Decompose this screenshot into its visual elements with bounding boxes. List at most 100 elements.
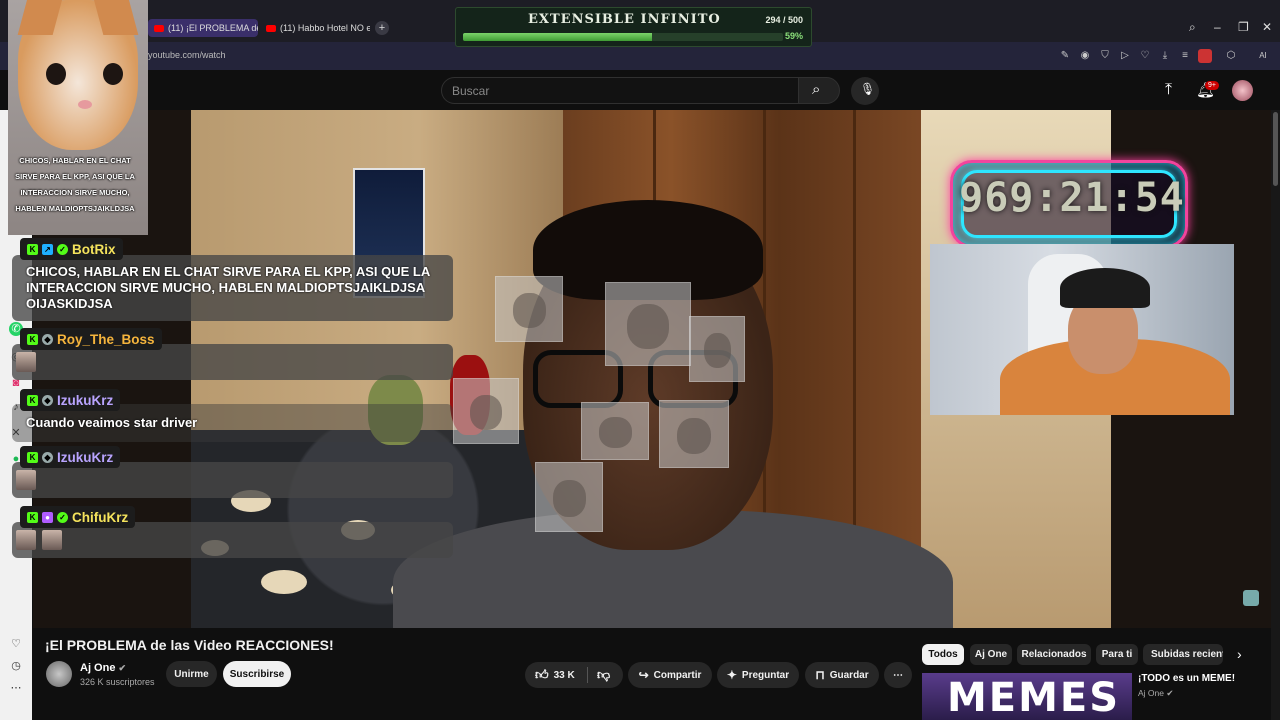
url-field[interactable]: youtube.com/watch <box>148 50 226 60</box>
chip-for-you[interactable]: Para ti <box>1096 644 1138 665</box>
chip-channel[interactable]: Aj One <box>970 644 1012 665</box>
chat-message: CHICOS, HABLAR EN EL CHAT SIRVE PARA EL … <box>12 255 453 321</box>
chevron-right-icon[interactable]: › <box>1237 646 1242 662</box>
verified-icon: ✔ <box>1166 688 1174 698</box>
verified-icon: ✓ <box>57 243 68 255</box>
cat-emote-overlay <box>605 282 691 366</box>
chat-username: Roy_The_Boss <box>57 331 155 347</box>
join-button[interactable]: Unirme <box>166 661 217 687</box>
browser-tab[interactable]: (11) Habbo Hotel NO era <box>260 19 370 37</box>
ai-button[interactable]: AI <box>1250 49 1276 63</box>
shield-icon[interactable]: ⛉ <box>1098 49 1112 63</box>
chat-username: BotRix <box>72 241 116 257</box>
cat-emote-overlay <box>453 378 519 444</box>
share-button[interactable]: ↪ Compartir <box>628 662 712 688</box>
cube-icon[interactable]: ⬡ <box>1224 49 1238 63</box>
cat-emote-overlay <box>581 402 649 460</box>
cat-emote-overlay <box>535 462 603 532</box>
heart-icon[interactable]: ♡ <box>9 637 23 651</box>
badge-icon: ◆ <box>42 451 53 463</box>
new-tab-button[interactable]: + <box>375 21 389 35</box>
goal-title: EXTENSIBLE INFINITO <box>528 12 721 27</box>
like-count[interactable]: 33 K <box>554 670 575 681</box>
search-tabs-icon[interactable]: ⌕ <box>1189 20 1196 35</box>
scrollbar[interactable] <box>1271 110 1280 720</box>
cat-emote-overlay <box>495 276 563 342</box>
save-button[interactable]: ⊓ Guardar <box>805 662 879 688</box>
youtube-favicon-icon <box>266 24 276 32</box>
emote-icon <box>16 470 36 490</box>
youtube-favicon-icon <box>154 24 164 32</box>
sparkle-icon: ✦ <box>726 668 737 682</box>
pinned-message: CHICOS, HABLAR EN EL CHAT SIRVE PARA EL … <box>15 156 135 213</box>
cat-emote-overlay <box>659 400 729 468</box>
ask-button[interactable]: ✦ Preguntar <box>717 662 799 688</box>
goal-percent: 59% <box>784 31 803 41</box>
thumbnail-text: MEMES <box>947 675 1121 720</box>
search-input[interactable]: Buscar <box>441 77 799 104</box>
chip-related[interactable]: Relacionados <box>1017 644 1091 665</box>
thumbs-up-icon[interactable]: 👍︎ <box>535 667 549 683</box>
chat-user-tag: K ● ✓ ChifuKrz <box>20 506 136 528</box>
channel-name[interactable]: Aj One ✔ <box>80 662 126 674</box>
avatar[interactable] <box>1232 80 1253 101</box>
menu-icon[interactable]: ≡ <box>1178 49 1192 63</box>
thumbs-down-icon[interactable]: 👎︎ <box>597 667 610 683</box>
goal-progress-widget: EXTENSIBLE INFINITO 294 / 500 59% <box>455 7 812 47</box>
maximize-icon[interactable]: ❐ <box>1238 20 1249 34</box>
minimize-icon[interactable]: – <box>1214 20 1221 34</box>
subscribe-button[interactable]: Suscribirse <box>223 661 291 687</box>
chip-all[interactable]: Todos <box>922 644 964 665</box>
badge-icon: ◆ <box>42 333 53 345</box>
cat-emote-overlay <box>689 316 745 382</box>
chat-username: ChifuKrz <box>72 509 129 525</box>
chip-recent[interactable]: Subidas recientes <box>1143 644 1223 665</box>
heart-icon[interactable]: ♡ <box>1138 49 1152 63</box>
upload-icon[interactable]: ⤒ <box>1165 81 1172 99</box>
browser-tab-active[interactable]: (11) ¡El PROBLEMA de las <box>148 19 258 37</box>
chat-username: IzukuKrz <box>57 449 114 465</box>
download-icon[interactable]: ⤓ <box>1158 49 1172 63</box>
recommended-video-thumbnail[interactable]: MEMES <box>922 673 1132 720</box>
scrollbar-thumb[interactable] <box>1273 112 1278 186</box>
recommended-video-channel[interactable]: Aj One ✔ <box>1138 688 1174 699</box>
edit-icon[interactable]: ✎ <box>1058 49 1072 63</box>
camera-icon[interactable]: ◉ <box>1078 49 1092 63</box>
voice-search-button[interactable]: 🎙 <box>851 77 879 105</box>
emote-icon <box>16 530 36 550</box>
chat-user-tag: K ◆ IzukuKrz <box>20 446 121 468</box>
channel-avatar[interactable] <box>46 661 72 687</box>
search-button[interactable]: ⌕ <box>798 77 840 104</box>
chat-text: Cuando veaimos star driver <box>26 415 198 430</box>
badge-icon: ◆ <box>42 394 53 406</box>
history-icon[interactable]: ◷ <box>9 659 23 673</box>
chat-text: CHICOS, HABLAR EN EL CHAT SIRVE PARA EL … <box>26 264 430 311</box>
mic-icon: 🎙 <box>860 82 876 96</box>
bot-icon: ↗ <box>42 243 53 255</box>
tab-label: (11) Habbo Hotel NO era <box>280 23 370 33</box>
search-icon: ⌕ <box>812 81 821 98</box>
emote-icon <box>42 530 62 550</box>
more-icon[interactable]: ⋯ <box>9 681 23 695</box>
kick-icon: K <box>27 394 38 406</box>
more-icon: ⋯ <box>893 669 903 681</box>
emote-icon <box>16 352 36 372</box>
more-actions-button[interactable]: ⋯ <box>884 662 912 688</box>
notification-badge: 9+ <box>1205 81 1219 90</box>
tab-label: (11) ¡El PROBLEMA de las <box>168 23 258 33</box>
goal-progress-bar <box>463 33 783 41</box>
recommended-channel-name: Aj One <box>1138 688 1164 698</box>
kick-icon: K <box>27 243 38 255</box>
kick-icon: K <box>27 451 38 463</box>
chat-user-tag: K ◆ IzukuKrz <box>20 389 121 411</box>
extension-icon[interactable] <box>1198 49 1212 63</box>
webcam-overlay <box>930 244 1234 415</box>
chat-username: IzukuKrz <box>57 392 114 408</box>
play-icon[interactable]: ▷ <box>1118 49 1132 63</box>
recommended-video-title[interactable]: ¡TODO es un MEME! <box>1138 673 1235 684</box>
goal-progress-fill <box>463 33 652 41</box>
close-icon[interactable]: ✕ <box>1262 20 1272 34</box>
video-title: ¡El PROBLEMA de las Video REACCIONES! <box>45 637 334 653</box>
like-dislike-group: 👍︎ 33 K 👎︎ <box>525 662 623 688</box>
chat-user-tag: K ↗ ✓ BotRix <box>20 238 123 260</box>
